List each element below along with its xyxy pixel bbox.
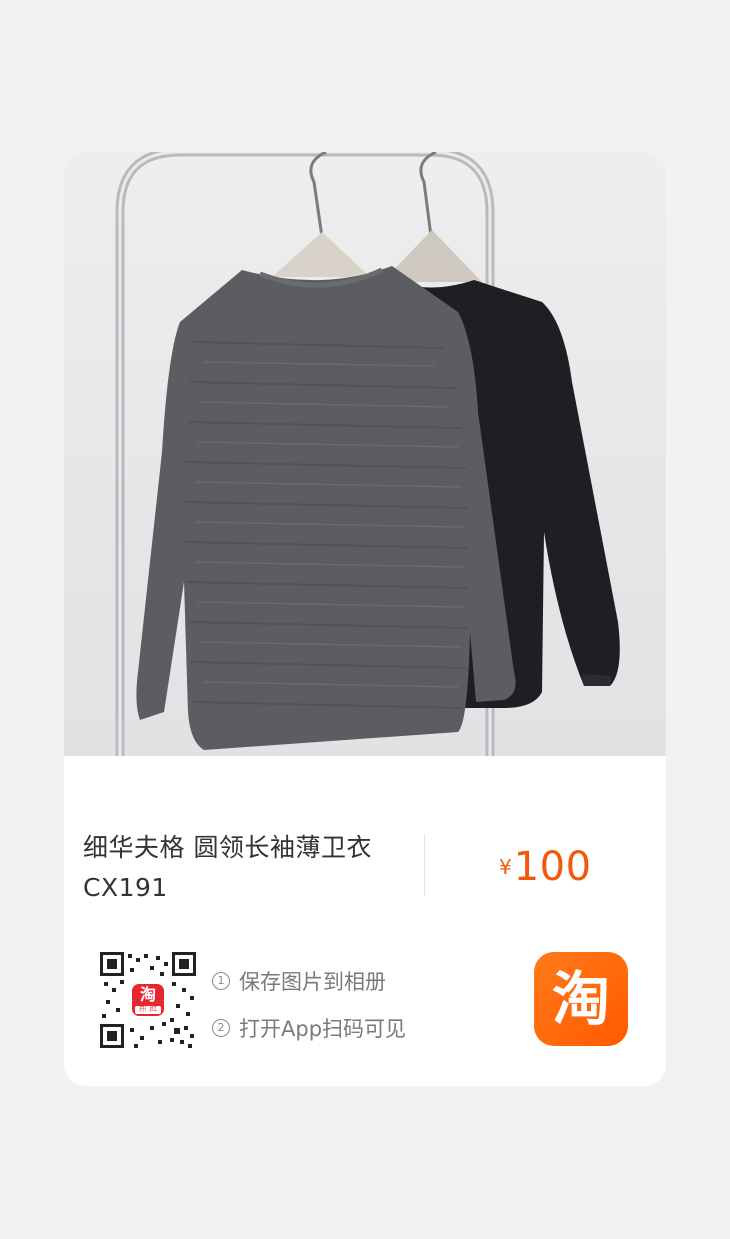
- taobao-app-icon[interactable]: 淘: [534, 952, 628, 1046]
- step-1-text: 保存图片到相册: [239, 970, 386, 994]
- currency-symbol: ¥: [499, 855, 512, 879]
- price-value: 100: [513, 844, 592, 890]
- qr-center-logo: 淘 开门红: [132, 984, 164, 1016]
- product-title-line2: CX191: [83, 873, 168, 902]
- step-1-number-icon: 1: [212, 972, 230, 990]
- qr-logo-glyph: 淘: [139, 985, 156, 1004]
- product-share-card: 细华夫格 圆领长袖薄卫衣 CX191 ¥100 淘 开门红 1 保存图片到相册 …: [64, 152, 666, 1086]
- product-info: 细华夫格 圆领长袖薄卫衣 CX191 ¥100 淘 开门红 1 保存图片到相册 …: [64, 756, 666, 1086]
- product-title[interactable]: 细华夫格 圆领长袖薄卫衣 CX191: [83, 828, 408, 908]
- qr-logo-sub: 开门红: [135, 1006, 161, 1014]
- step-2-number-icon: 2: [212, 1019, 230, 1037]
- taobao-glyph: 淘: [551, 965, 610, 1033]
- step-2: 2 打开App扫码可见: [212, 1013, 406, 1043]
- product-photo[interactable]: [64, 152, 666, 756]
- step-1: 1 保存图片到相册: [212, 966, 406, 996]
- qr-code[interactable]: 淘 开门红: [100, 952, 196, 1048]
- product-price: ¥100: [499, 844, 592, 890]
- divider: [424, 834, 425, 896]
- share-instructions: 1 保存图片到相册 2 打开App扫码可见: [212, 966, 406, 1060]
- step-2-text: 打开App扫码可见: [239, 1017, 407, 1041]
- product-title-line1: 细华夫格 圆领长袖薄卫衣: [83, 833, 372, 862]
- sweatshirt-image: [115, 152, 620, 756]
